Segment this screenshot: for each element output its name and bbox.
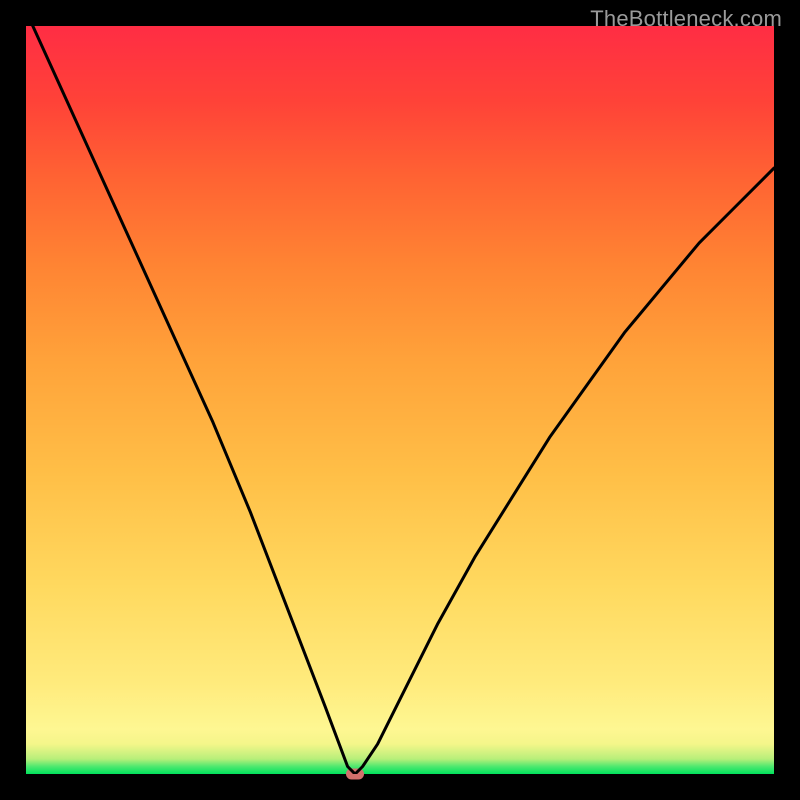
chart-frame: TheBottleneck.com — [0, 0, 800, 800]
watermark-text: TheBottleneck.com — [590, 6, 782, 32]
plot-area — [26, 26, 774, 774]
bottleneck-curve — [26, 26, 774, 774]
